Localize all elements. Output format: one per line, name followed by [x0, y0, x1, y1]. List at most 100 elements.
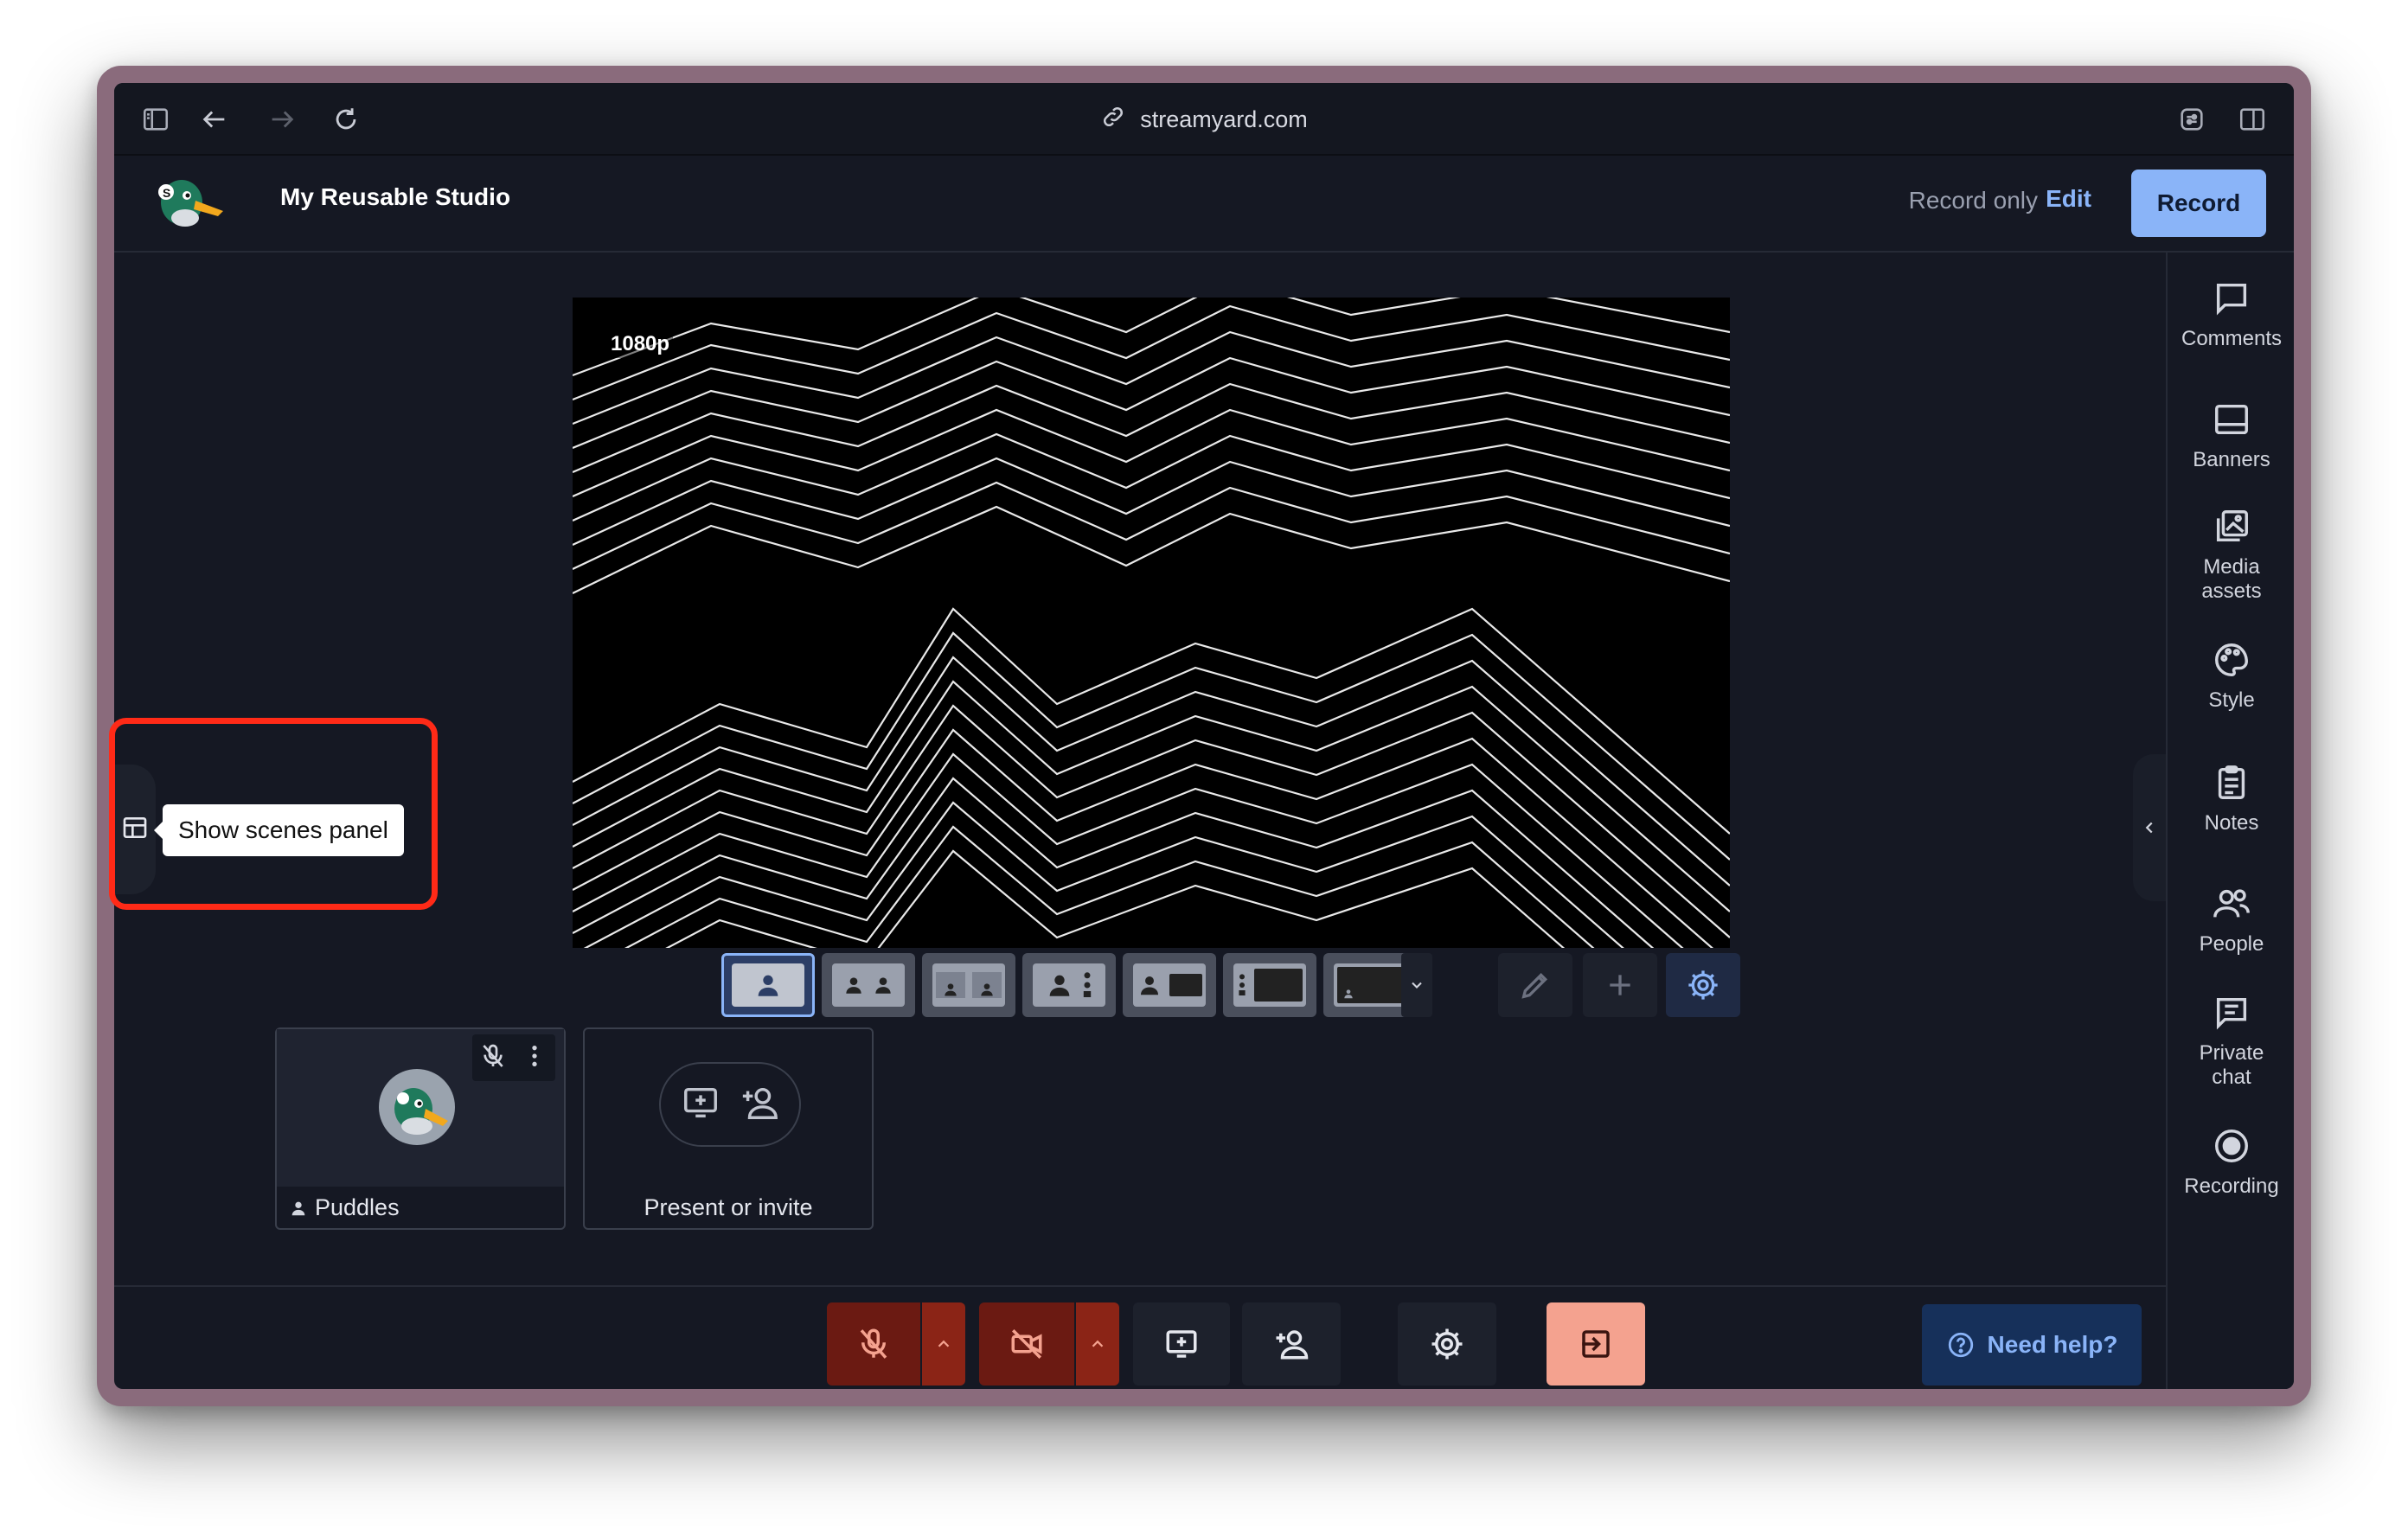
record-only-label: Record only — [1908, 187, 2038, 214]
need-help-label: Need help? — [1987, 1331, 2118, 1358]
more-options-icon[interactable] — [521, 1042, 548, 1074]
layout-settings-button[interactable] — [1666, 953, 1740, 1017]
chevron-up-icon — [938, 1340, 950, 1347]
plus-icon — [1610, 975, 1630, 995]
share-screen-icon — [681, 1083, 720, 1127]
layout-side-by-side-button[interactable] — [922, 953, 1015, 1017]
present-invite-pill[interactable] — [659, 1062, 801, 1147]
edit-layout-button[interactable] — [1498, 953, 1572, 1017]
layout-solo-preview — [732, 963, 804, 1007]
stage-preview[interactable]: 1080p — [573, 298, 1730, 948]
participant-card[interactable]: Puddles — [275, 1027, 566, 1230]
studio-title: My Reusable Studio — [280, 183, 511, 210]
sidebar-item-label: Media assets — [2201, 555, 2262, 603]
banner-icon — [2215, 404, 2248, 435]
sidebar-item-comments[interactable]: Comments — [2168, 278, 2294, 351]
streamyard-logo: S — [152, 171, 225, 234]
camera-options-button[interactable] — [1076, 1302, 1119, 1386]
chevron-down-icon — [1412, 982, 1422, 989]
person-icon — [981, 983, 993, 996]
split-view-icon[interactable] — [2230, 97, 2275, 142]
people-stack-icon — [1083, 972, 1092, 997]
leave-studio-button[interactable] — [1547, 1302, 1645, 1386]
people-icon — [2213, 889, 2250, 918]
avatar — [379, 1069, 455, 1145]
mic-muted-icon[interactable] — [479, 1042, 507, 1074]
sidebar-item-banners[interactable]: Banners — [2168, 400, 2294, 472]
chevron-up-icon — [1092, 1340, 1104, 1347]
layout-group-button[interactable] — [1022, 953, 1116, 1017]
private-chat-icon — [2216, 997, 2247, 1030]
participant-name: Puddles — [289, 1194, 564, 1221]
sidebar-item-recording[interactable]: Recording — [2168, 1126, 2294, 1199]
invite-guest-button[interactable] — [1242, 1302, 1341, 1386]
sidebar-item-people[interactable]: People — [2168, 884, 2294, 957]
sidebar-item-media-assets[interactable]: Media assets — [2168, 507, 2294, 604]
present-or-invite-card[interactable]: Present or invite — [583, 1027, 874, 1230]
notes-icon — [2218, 765, 2245, 799]
sidebar-item-label: People — [2199, 932, 2264, 956]
need-help-button[interactable]: Need help? — [1922, 1304, 2142, 1386]
bottom-divider — [114, 1285, 2166, 1287]
media-assets-icon — [2216, 510, 2248, 542]
chevron-left-icon — [2145, 822, 2153, 834]
exit-icon — [1582, 1330, 1610, 1358]
stage-background-pattern — [573, 298, 1730, 948]
layout-group-preview — [1033, 963, 1105, 1007]
studio-settings-button[interactable] — [1398, 1302, 1496, 1386]
layout-two-person-preview — [832, 963, 905, 1007]
people-stack-icon — [1239, 974, 1246, 995]
sidebar-item-label: Style — [2208, 688, 2255, 712]
layout-screen-sidebar-button[interactable] — [1223, 953, 1316, 1017]
layout-solo-button[interactable] — [721, 953, 815, 1017]
gear-icon — [1431, 1328, 1463, 1360]
camera-off-icon — [1011, 1329, 1042, 1359]
add-layout-button[interactable] — [1583, 953, 1657, 1017]
layout-screen-sidebar-preview — [1233, 963, 1306, 1007]
url-text: streamyard.com — [1140, 106, 1308, 132]
pencil-icon — [1521, 972, 1548, 999]
address-bar[interactable]: streamyard.com — [114, 83, 2294, 156]
app-frame: streamyard.com S My Reusable Studio Reco… — [114, 83, 2294, 1389]
sidebar-item-notes[interactable]: Notes — [2168, 763, 2294, 835]
annotation-highlight-box — [109, 718, 438, 910]
participant-video-area — [277, 1029, 564, 1187]
sidebar-item-label: Comments — [2181, 327, 2283, 350]
record-button[interactable]: Record — [2131, 170, 2266, 237]
camera-off-button[interactable] — [979, 1302, 1074, 1386]
layout-person-screen-button[interactable] — [1123, 953, 1216, 1017]
layout-fullscreen-preview — [1334, 963, 1406, 1007]
collapse-sidebar-button[interactable] — [2133, 754, 2166, 901]
person-icon — [1049, 975, 1070, 996]
gear-icon — [1688, 970, 1718, 1000]
sidebar-item-label: Notes — [2204, 811, 2259, 835]
palette-icon — [2215, 643, 2248, 676]
browser-toolbar: streamyard.com — [114, 83, 2294, 156]
layout-two-person-button[interactable] — [822, 953, 915, 1017]
person-icon — [846, 977, 861, 994]
edit-mode-link[interactable]: Edit — [2046, 185, 2091, 213]
extension-icon[interactable] — [2169, 97, 2214, 142]
person-icon — [758, 975, 778, 996]
add-person-icon — [1276, 1330, 1309, 1360]
sidebar-item-label: Private chat — [2199, 1041, 2264, 1089]
participant-controls — [472, 1034, 555, 1081]
studio-header: S My Reusable Studio Record only Edit Re… — [114, 156, 2294, 253]
more-layouts-dropdown[interactable] — [1401, 953, 1432, 1017]
mic-options-button[interactable] — [922, 1302, 965, 1386]
svg-text:S: S — [163, 186, 170, 200]
resolution-badge: 1080p — [607, 330, 674, 358]
participant-name-text: Puddles — [315, 1194, 400, 1220]
mic-muted-icon — [860, 1328, 887, 1359]
add-person-icon — [740, 1083, 779, 1127]
present-or-invite-label: Present or invite — [644, 1194, 813, 1220]
person-icon — [1141, 976, 1158, 995]
sidebar-item-label: Banners — [2193, 448, 2270, 471]
share-screen-button[interactable] — [1133, 1302, 1230, 1386]
person-icon — [875, 977, 891, 994]
sidebar-item-style[interactable]: Style — [2168, 640, 2294, 713]
mute-mic-button[interactable] — [827, 1302, 920, 1386]
layout-side-by-side-preview — [932, 963, 1005, 1007]
sidebar-item-label: Recording — [2184, 1174, 2279, 1198]
sidebar-item-private-chat[interactable]: Private chat — [2168, 993, 2294, 1090]
